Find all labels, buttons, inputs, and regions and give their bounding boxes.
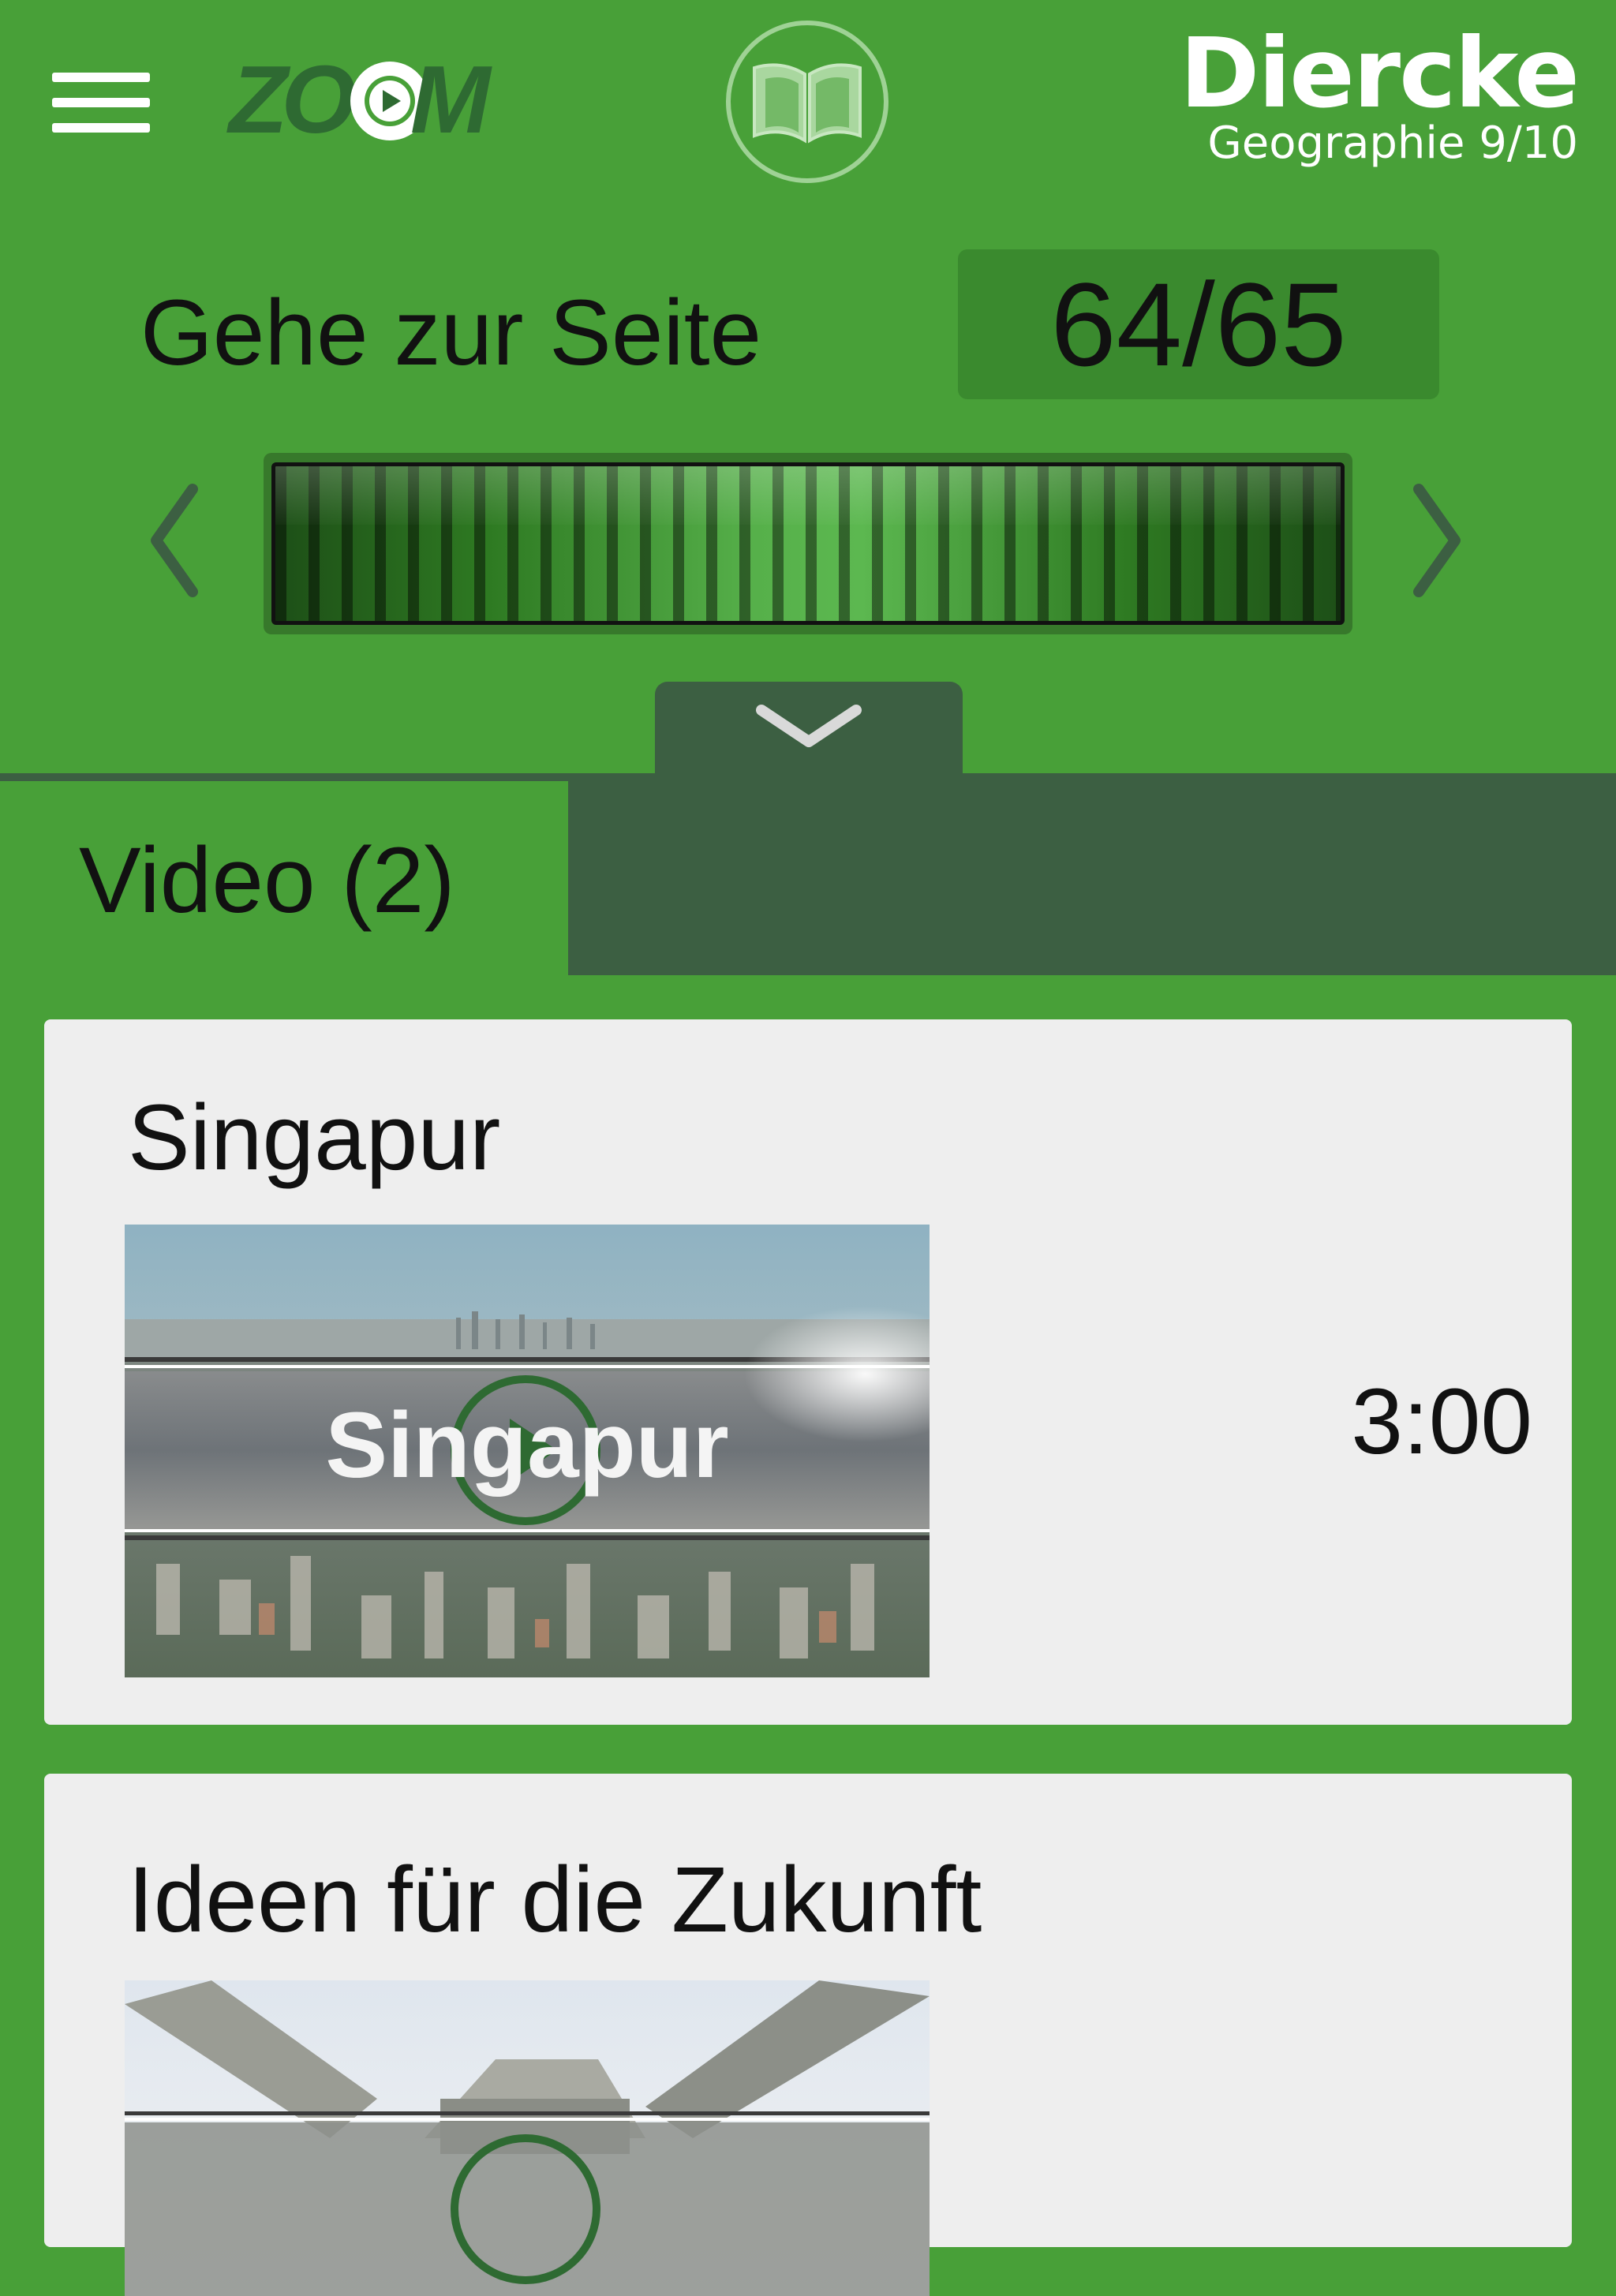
video-title: Singapur [128,1086,501,1190]
collapse-toggle[interactable] [655,682,963,776]
tab-divider [0,773,568,781]
brand-subtitle: Geographie 9/10 [1207,118,1578,169]
zoom-logo[interactable]: ZO M [229,46,513,153]
diercke-brand: Diercke Geographie 9/10 [1180,17,1580,169]
video-duration: 3:00 [1351,1370,1532,1474]
video-title: Ideen für die Zukunft [128,1848,982,1952]
chevron-left-icon[interactable] [144,481,207,600]
brand-name: Diercke [1180,17,1580,129]
hamburger-menu-icon[interactable] [52,69,150,136]
chevron-right-icon[interactable] [1405,481,1468,600]
tab-video-label: Video (2) [79,828,455,933]
thumbnail-caption: Singapur [325,1393,728,1498]
page-number-input[interactable]: 64/65 [958,249,1439,399]
video-thumbnail[interactable] [125,1980,930,2296]
zoom-logo-text-end: M [410,46,491,153]
chevron-down-icon [756,705,862,747]
tab-video[interactable]: Video (2) [0,781,568,975]
goto-page-label: Gehe zur Seite [140,281,762,385]
tab-bar-background [568,773,1616,975]
video-card[interactable]: Ideen für die Zukunft [44,1774,1572,2296]
zoom-logo-text-start: ZO [229,46,356,153]
book-icon[interactable] [723,17,892,186]
video-card[interactable]: Singapur Singapur 3:00 [44,1019,1572,1725]
page-slider[interactable] [264,453,1352,634]
page-slider-track[interactable] [271,462,1345,625]
video-thumbnail[interactable]: Singapur [125,1225,930,1677]
